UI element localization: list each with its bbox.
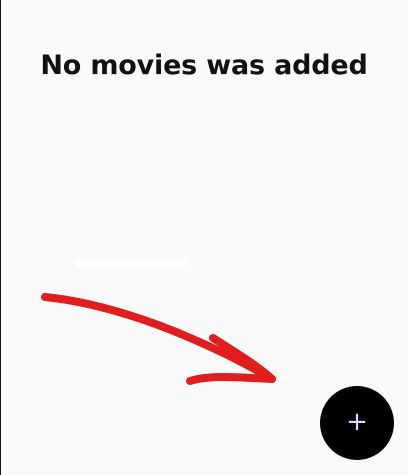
plus-icon: + [346, 407, 368, 437]
faded-text-placeholder [75, 258, 187, 268]
arrow-shaft [41, 293, 276, 383]
add-movie-button[interactable]: + [320, 386, 394, 460]
arrow-head [186, 334, 276, 385]
empty-state-message: No movies was added [40, 50, 368, 81]
